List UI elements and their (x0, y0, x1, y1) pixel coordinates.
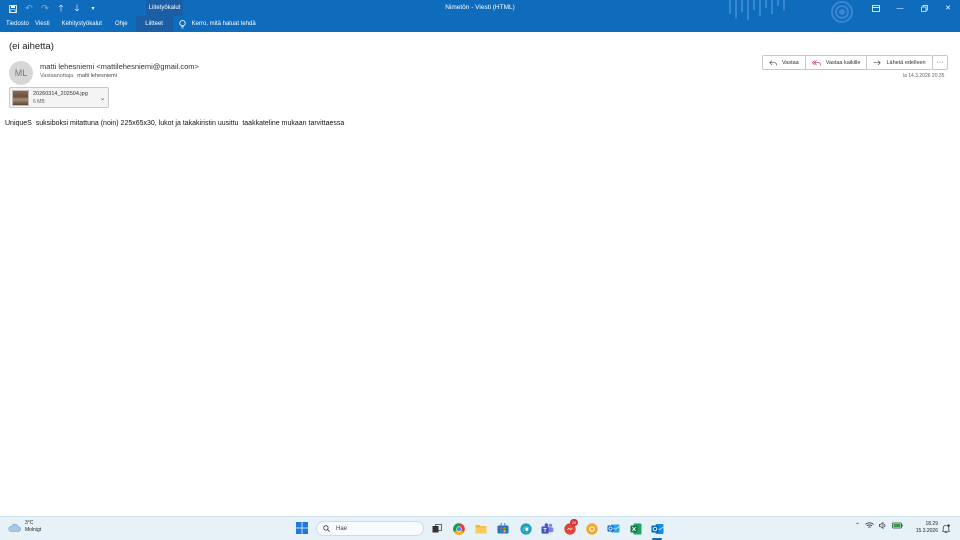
battery-icon[interactable] (892, 522, 903, 529)
recipient-line: Vastaanottaja matti lehesniemi (40, 73, 117, 79)
weather-desc: Molnigt (25, 527, 42, 533)
ribbon-decoration (729, 0, 853, 23)
recipient-label: Vastaanottaja (40, 73, 74, 79)
cloud-icon (8, 523, 21, 532)
chrome-icon[interactable] (451, 521, 466, 536)
save-icon[interactable] (6, 2, 20, 15)
chevron-down-icon[interactable]: ⌄ (97, 90, 108, 106)
outlook-classic-icon[interactable] (650, 521, 665, 536)
weather-temp: 3°C (25, 520, 34, 526)
message-body[interactable]: UniqueS suksiboksi mitattuna (noin) 225x… (5, 120, 344, 127)
windows-start-icon[interactable] (296, 522, 308, 534)
restore-layout-icon[interactable] (864, 0, 888, 16)
tell-me-box[interactable]: Kerro, mitä haluat tehdä (179, 16, 256, 32)
excel-icon[interactable] (628, 521, 643, 536)
sender-address[interactable]: matti lehesniemi <mattilehesniemi@gmail.… (40, 62, 199, 71)
edge-icon[interactable] (518, 521, 533, 536)
reply-all-button[interactable]: Vastaa kaikille (804, 56, 867, 69)
message-actions: Vastaa Vastaa kaikille Lähetä edelleen (762, 55, 933, 70)
search-placeholder: Hae (336, 525, 348, 532)
weather-widget[interactable]: 3°C Molnigt (8, 520, 41, 534)
taskbar: 3°C Molnigt Hae T 20 ⌃ 18.29 15.3.2026 (0, 516, 960, 540)
notifications-icon[interactable] (941, 524, 951, 535)
message-datetime: la 14.3.2026 20.35 (903, 73, 945, 79)
teams-icon[interactable]: T (540, 521, 555, 536)
notification-badge: 20 (570, 519, 578, 526)
ribbon-tabs: Tiedosto Viesti Kehitystyökalut Ohje Lii… (0, 16, 256, 32)
reply-all-icon (811, 59, 821, 65)
store-icon[interactable] (495, 521, 510, 536)
arrow-up-icon[interactable]: 🡑 (54, 2, 68, 15)
quick-access-toolbar: ↶ ↷ 🡑 🡓 ▾ (6, 2, 100, 15)
reply-label: Vastaa (782, 59, 799, 66)
system-tray: ⌃ (855, 522, 903, 529)
clock-time: 18.29 (925, 521, 938, 527)
speaker-icon[interactable] (879, 522, 887, 529)
lightbulb-icon (179, 19, 186, 28)
recipient-name[interactable]: matti lehesniemi (77, 73, 117, 79)
file-explorer-icon[interactable] (473, 521, 488, 536)
search-icon (323, 525, 330, 532)
forward-button[interactable]: Lähetä edelleen (866, 56, 931, 69)
avatar[interactable]: ML (9, 61, 33, 85)
tab-help[interactable]: Ohje (108, 16, 136, 32)
arrow-down-icon[interactable]: 🡓 (70, 2, 84, 15)
window-title: Nimetön - Viesti (HTML) (445, 4, 515, 11)
task-view-icon[interactable] (429, 521, 444, 536)
close-icon[interactable]: ✕ (936, 0, 960, 16)
taskbar-clock[interactable]: 18.29 15.3.2026 (912, 521, 938, 535)
taskbar-search[interactable]: Hae (316, 521, 424, 536)
redo-icon[interactable]: ↷ (38, 2, 52, 15)
tab-file[interactable]: Tiedosto (0, 16, 35, 32)
minimize-icon[interactable]: — (888, 0, 912, 16)
forward-icon (873, 59, 882, 65)
reply-button[interactable]: Vastaa (763, 56, 805, 69)
undo-icon[interactable]: ↶ (22, 2, 36, 15)
chevron-up-icon[interactable]: ⌃ (855, 522, 860, 529)
forward-label: Lähetä edelleen (886, 59, 926, 66)
qat-customize-icon[interactable]: ▾ (86, 2, 100, 15)
attachment-card[interactable]: 20260314_202504.jpg 6 MB ⌄ (9, 87, 109, 108)
tab-developer[interactable]: Kehitystyökalut (56, 16, 108, 32)
tab-attachments[interactable]: Liitteet (135, 16, 173, 32)
tell-me-text: Kerro, mitä haluat tehdä (191, 21, 256, 27)
more-actions-button[interactable]: ··· (932, 55, 948, 70)
maximize-icon[interactable] (912, 0, 936, 16)
reply-icon (769, 59, 777, 65)
reply-all-label: Vastaa kaikille (825, 59, 861, 66)
window-controls: — ✕ (864, 0, 960, 16)
title-bar: ↶ ↷ 🡑 🡓 ▾ Liitetyökalut Nimetön - Viesti… (0, 0, 960, 32)
context-tab-group-label: Liitetyökalut (146, 0, 183, 16)
app-orange-icon[interactable] (584, 521, 599, 536)
message-subject: (ei aihetta) (9, 41, 54, 52)
attachment-name: 20260314_202504.jpg (33, 91, 88, 97)
clock-date: 15.3.2026 (915, 528, 938, 534)
tab-message[interactable]: Viesti (35, 16, 56, 32)
outlook-new-icon[interactable] (606, 521, 621, 536)
wifi-icon[interactable] (865, 522, 874, 529)
attachment-size: 6 MB (33, 99, 45, 105)
attachment-thumbnail (12, 90, 29, 106)
